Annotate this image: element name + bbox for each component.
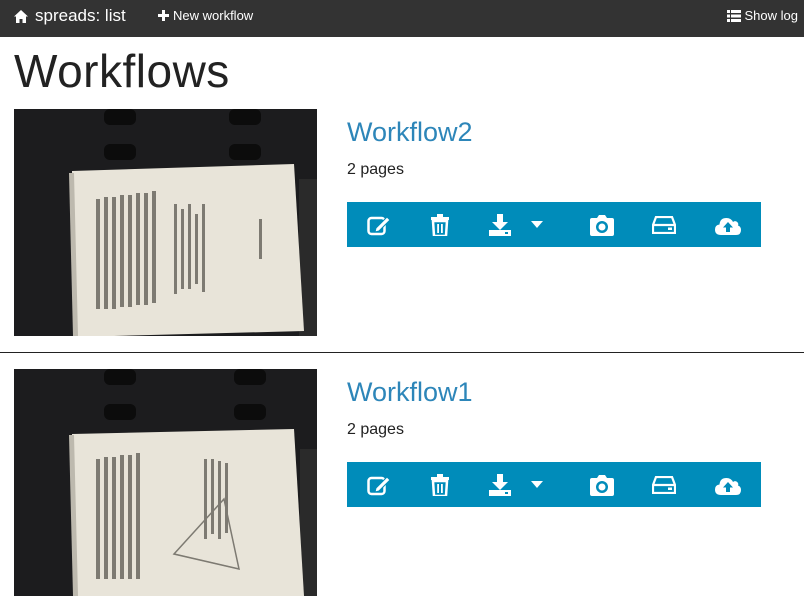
workflow-page-count: 2 pages [347, 161, 404, 178]
edit-icon [367, 474, 391, 496]
camera-icon [589, 474, 615, 496]
list-icon [726, 9, 741, 22]
upload-button[interactable] [708, 462, 748, 507]
download-button[interactable] [480, 462, 520, 507]
home-icon [13, 9, 29, 24]
download-options-dropdown[interactable] [522, 202, 552, 247]
delete-button[interactable] [420, 202, 460, 247]
new-workflow-link[interactable]: New workflow [158, 8, 253, 23]
new-workflow-label: New workflow [173, 8, 254, 23]
download-icon [488, 213, 512, 236]
drive-icon [652, 215, 676, 234]
workflow-page-count: 2 pages [347, 421, 404, 438]
workflow-actions-bar [347, 202, 761, 247]
capture-button[interactable] [582, 462, 622, 507]
workflow-thumbnail[interactable] [14, 369, 317, 596]
storage-button[interactable] [644, 202, 684, 247]
drive-icon [652, 475, 676, 494]
edit-icon [367, 214, 391, 236]
storage-button[interactable] [644, 462, 684, 507]
workflow-name-link[interactable]: Workflow2 [347, 117, 473, 148]
edit-button[interactable] [359, 462, 399, 507]
capture-button[interactable] [582, 202, 622, 247]
download-button[interactable] [480, 202, 520, 247]
upload-button[interactable] [708, 202, 748, 247]
workflow-name-link[interactable]: Workflow1 [347, 377, 473, 408]
home-link[interactable]: spreads: list [13, 6, 126, 26]
page-title: Workflows [14, 45, 230, 97]
show-log-link[interactable]: Show log [726, 8, 798, 23]
show-log-label: Show log [744, 8, 798, 23]
top-navbar: spreads: list New workflow Show log [0, 0, 804, 37]
workflow-actions-bar [347, 462, 761, 507]
delete-button[interactable] [420, 462, 460, 507]
dropdown-caret-icon [531, 221, 543, 228]
upload-cloud-icon [714, 215, 742, 235]
delete-icon [430, 213, 450, 236]
plus-icon [158, 10, 169, 21]
camera-icon [589, 214, 615, 236]
workflow-thumbnail[interactable] [14, 109, 317, 336]
workflow-divider [0, 352, 804, 353]
brand-title: spreads: list [35, 6, 126, 25]
edit-button[interactable] [359, 202, 399, 247]
download-icon [488, 473, 512, 496]
upload-cloud-icon [714, 475, 742, 495]
delete-icon [430, 473, 450, 496]
dropdown-caret-icon [531, 481, 543, 488]
download-options-dropdown[interactable] [522, 462, 552, 507]
